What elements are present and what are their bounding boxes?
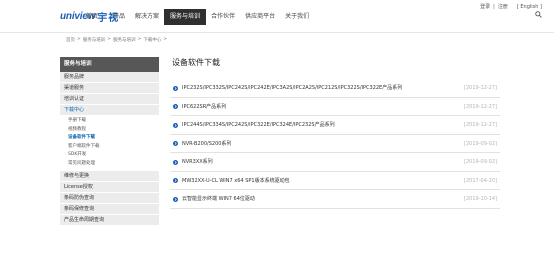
download-list: IPC232S/IPC332S/IPC242S/IPC242E/IPC3A2S/… — [170, 79, 500, 209]
download-date: [2019-12-27] — [464, 122, 497, 128]
download-row[interactable]: IPC232S/IPC332S/IPC242S/IPC242E/IPC3A2S/… — [170, 79, 500, 98]
download-date: [2019-12-27] — [464, 103, 497, 110]
circle-arrow-right-icon — [173, 104, 178, 109]
sidebar-item[interactable]: 维修与更换 — [60, 171, 159, 182]
download-row[interactable]: 云智能显示终端 WIN7 64位驱动 [2019-10-14] — [170, 190, 500, 209]
sidebar-item-download-center[interactable]: 下载中心 — [60, 105, 159, 116]
sidebar-item[interactable]: License授权 — [60, 182, 159, 193]
download-title-link[interactable]: NVR3XX系列 — [182, 158, 213, 166]
nav-item[interactable]: 服务与培训 — [164, 9, 207, 25]
download-row[interactable]: NVR-B200/S200系列 [2019-09-02] — [170, 135, 500, 153]
sidebar-item[interactable]: 渠道服务 — [60, 83, 159, 94]
download-title-link[interactable]: NVR-B200/S200系列 — [182, 140, 231, 148]
sidebar-submenu: 手册下载 视频教程 设备软件下载 客户端软件下载 SDK开发 常见问题处理 — [60, 116, 159, 171]
circle-arrow-right-icon — [173, 196, 178, 202]
download-row[interactable]: MW32XX-U-CL WIN7 x64 SP1版本系统驱动包 [2017-04-… — [170, 172, 500, 190]
sidebar-item[interactable]: 产品生命周期查询 — [60, 215, 159, 226]
download-row[interactable]: NVR3XX系列 [2019-09-02] — [170, 153, 500, 172]
sidebar-heading: 服务与培训 — [60, 57, 159, 72]
main-content: 设备软件下载 IPC232S/IPC332S/IPC242S/IPC242E/I… — [170, 57, 500, 209]
sidebar-subitem[interactable]: 客户端软件下载 — [60, 142, 159, 151]
download-date: [2019-12-27] — [464, 85, 497, 91]
sidebar-subitem[interactable]: 视频教程 — [60, 125, 159, 134]
breadcrumb-link[interactable]: 下载中心 — [143, 37, 161, 43]
page-title: 设备软件下载 — [172, 58, 220, 67]
breadcrumb-link[interactable]: 服务与培训 — [83, 37, 106, 43]
breadcrumb: 首页 > 服务与培训 > 服务与培训 > 下载中心 > — [66, 37, 167, 43]
download-date: [2019-09-02] — [464, 140, 497, 147]
main-nav: 首页 产品 解决方案 服务与培训 合作伙伴 供应商平台 关于我们 — [81, 9, 314, 25]
breadcrumb-separator: > — [137, 37, 142, 42]
header-divider — [0, 32, 554, 33]
download-title-link[interactable]: IPC232S/IPC332S/IPC242S/IPC242E/IPC3A2S/… — [182, 84, 402, 92]
download-row[interactable]: IPC244S/IPC334S/IPC242S/IPC322E/IPC324E/… — [170, 116, 500, 135]
top-links: 登录 | 注册 [ English ] — [480, 3, 542, 11]
breadcrumb-separator: > — [163, 37, 168, 42]
login-link[interactable]: 登录 — [480, 3, 490, 10]
download-title-link[interactable]: MW32XX-U-CL WIN7 x64 SP1版本系统驱动包 — [182, 177, 290, 185]
breadcrumb-link[interactable]: 首页 — [66, 37, 75, 43]
sidebar-subitem[interactable]: 手册下载 — [60, 117, 159, 126]
sidebar-subitem[interactable]: 常见问题处理 — [60, 159, 159, 168]
nav-item[interactable]: 首页 — [81, 9, 103, 25]
sidebar-item[interactable]: 培训认证 — [60, 94, 159, 105]
site-header: uniview 宇视 首页 产品 解决方案 服务与培训 合作伙伴 供应商平台 关于我们 登录… — [0, 0, 554, 32]
nav-item[interactable]: 关于我们 — [280, 9, 314, 25]
nav-item[interactable]: 产品 — [108, 9, 130, 25]
sidebar-item[interactable]: 服务品牌 — [60, 72, 159, 83]
breadcrumb-link[interactable]: 服务与培训 — [113, 37, 136, 43]
nav-item[interactable]: 合作伙伴 — [206, 9, 240, 25]
language-link[interactable]: [ English ] — [517, 4, 542, 10]
register-link[interactable]: 注册 — [498, 3, 508, 10]
nav-item[interactable]: 供应商平台 — [240, 9, 280, 25]
nav-item[interactable]: 解决方案 — [130, 9, 164, 25]
download-date: [2019-09-02] — [464, 159, 497, 165]
download-title-link[interactable]: IPC622SR产品系列 — [182, 103, 226, 111]
circle-arrow-right-icon — [173, 122, 178, 128]
sidebar-subitem[interactable]: 设备软件下载 — [60, 134, 159, 143]
breadcrumb-separator: > — [107, 37, 112, 42]
download-date: [2017-04-20] — [464, 177, 497, 184]
sidebar-item[interactable]: 条码保修查询 — [60, 204, 159, 215]
circle-arrow-right-icon — [173, 85, 178, 91]
breadcrumb-separator: > — [77, 37, 81, 42]
sidebar-subitem[interactable]: SDK开发 — [60, 151, 159, 160]
download-title-link[interactable]: IPC244S/IPC334S/IPC242S/IPC322E/IPC324E/… — [182, 121, 335, 129]
circle-arrow-right-icon — [173, 141, 178, 146]
download-row[interactable]: IPC622SR产品系列 [2019-12-27] — [170, 98, 500, 116]
search-icon[interactable] — [535, 11, 542, 18]
sidebar: 服务与培训 服务品牌 渠道服务 培训认证 下载中心 手册下载 视频教程 设备软件下载 客户… — [60, 57, 159, 226]
sidebar-item[interactable]: 条码防伪查询 — [60, 193, 159, 204]
download-date: [2019-10-14] — [464, 196, 497, 202]
circle-arrow-right-icon — [173, 178, 178, 183]
download-title-link[interactable]: 云智能显示终端 WIN7 64位驱动 — [182, 195, 255, 203]
circle-arrow-right-icon — [173, 159, 178, 165]
top-links-separator: | — [493, 3, 495, 10]
